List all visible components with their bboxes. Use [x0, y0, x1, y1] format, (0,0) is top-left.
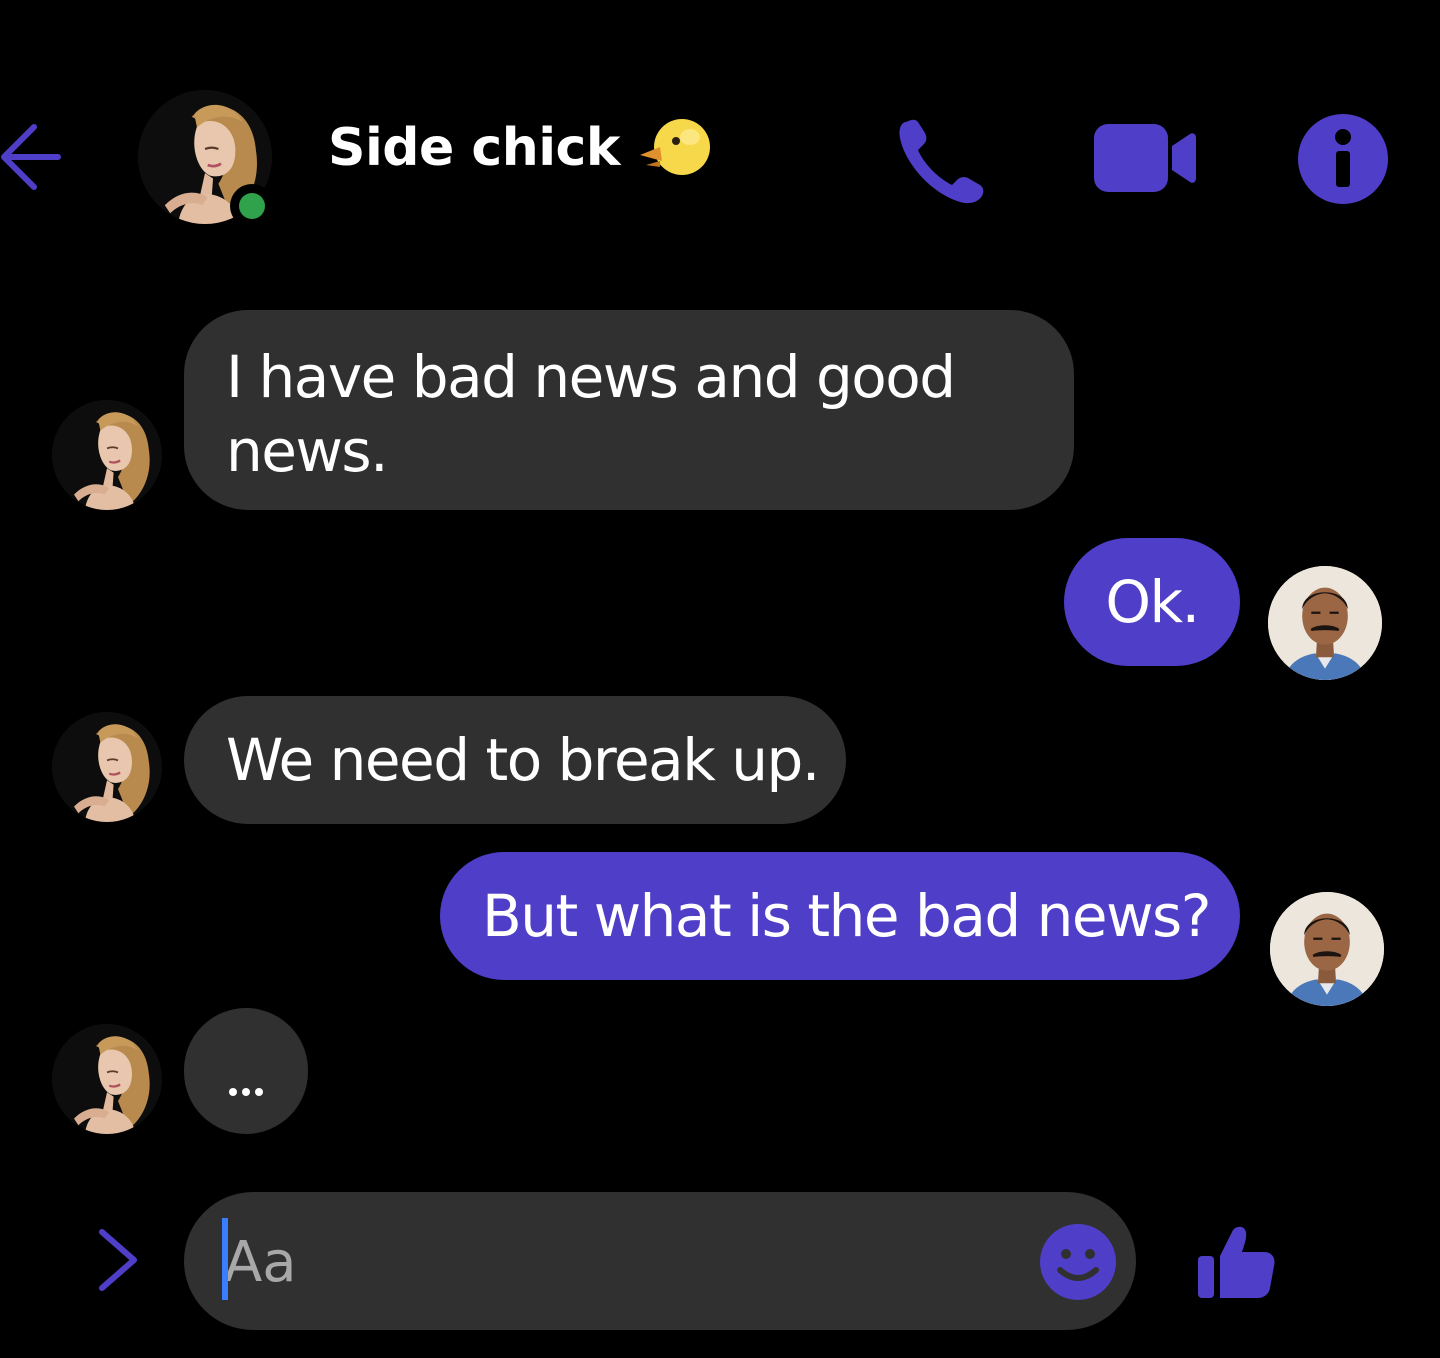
- chevron-right-icon[interactable]: [96, 1226, 140, 1294]
- contact-avatar-small: [52, 400, 162, 510]
- chick-emoji-icon: [638, 115, 714, 181]
- arrow-left-icon[interactable]: [0, 112, 66, 202]
- thumbs-up-icon[interactable]: [1190, 1216, 1280, 1306]
- message-bubble-incoming[interactable]: We need to break up.: [184, 696, 846, 824]
- typing-dots: [228, 1084, 268, 1096]
- video-camera-icon[interactable]: [1090, 122, 1198, 194]
- message-bubble-incoming[interactable]: I have bad news and good news.: [184, 310, 1074, 510]
- message-text: But what is the bad news?: [482, 882, 1212, 950]
- contact-avatar-small: [52, 712, 162, 822]
- contact-name: Side chick: [328, 118, 620, 178]
- contact-avatar-small: [52, 1024, 162, 1134]
- my-avatar-small: [1268, 566, 1382, 680]
- message-bubble-outgoing[interactable]: Ok.: [1064, 538, 1240, 666]
- online-status-dot: [230, 184, 274, 228]
- message-composer[interactable]: [184, 1192, 1136, 1330]
- text-cursor: [222, 1218, 228, 1300]
- message-text: I have bad news and good news.: [226, 343, 956, 485]
- phone-icon[interactable]: [894, 112, 990, 208]
- my-avatar-small: [1270, 892, 1384, 1006]
- message-text: We need to break up.: [226, 726, 820, 794]
- message-input[interactable]: [224, 1222, 1004, 1302]
- conversation-title[interactable]: Side chick: [328, 108, 714, 188]
- info-icon[interactable]: [1296, 112, 1390, 206]
- message-text: Ok.: [1105, 568, 1200, 636]
- smiley-icon[interactable]: [1038, 1222, 1118, 1302]
- message-bubble-outgoing[interactable]: But what is the bad news?: [440, 852, 1240, 980]
- typing-indicator: [184, 1008, 308, 1134]
